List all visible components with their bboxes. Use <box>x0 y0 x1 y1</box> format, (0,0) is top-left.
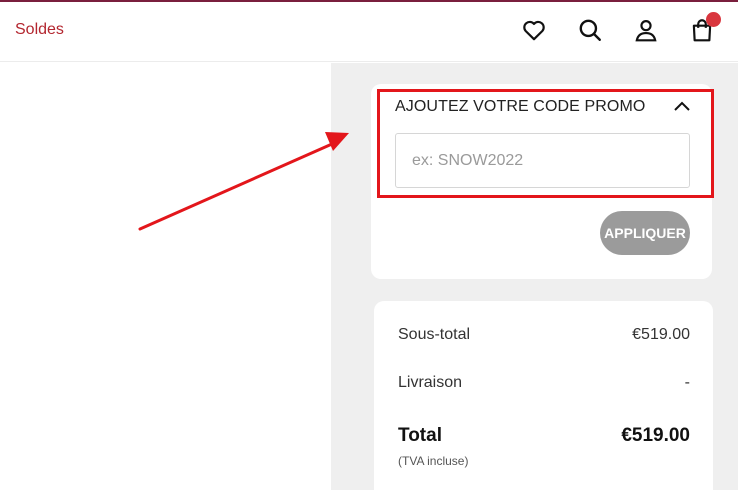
user-icon[interactable] <box>632 16 660 44</box>
soldes-link[interactable]: Soldes <box>15 21 64 39</box>
total-value: €519.00 <box>621 425 690 446</box>
shipping-label: Livraison <box>398 374 463 391</box>
heart-icon[interactable] <box>520 16 548 44</box>
search-icon[interactable] <box>576 16 604 44</box>
subtotal-label: Sous-total <box>398 326 471 343</box>
promo-code-input[interactable] <box>395 133 690 188</box>
promo-code-title[interactable]: AJOUTEZ VOTRE CODE PROMO <box>395 98 645 116</box>
apply-promo-button[interactable]: APPLIQUER <box>600 211 690 255</box>
site-header: Soldes <box>0 2 738 62</box>
shipping-value: - <box>684 374 690 391</box>
cart-badge <box>706 12 721 27</box>
tax-note: (TVA incluse) <box>398 454 469 468</box>
total-label: Total <box>398 425 442 446</box>
chevron-up-icon[interactable] <box>672 98 692 114</box>
subtotal-value: €519.00 <box>632 326 690 343</box>
